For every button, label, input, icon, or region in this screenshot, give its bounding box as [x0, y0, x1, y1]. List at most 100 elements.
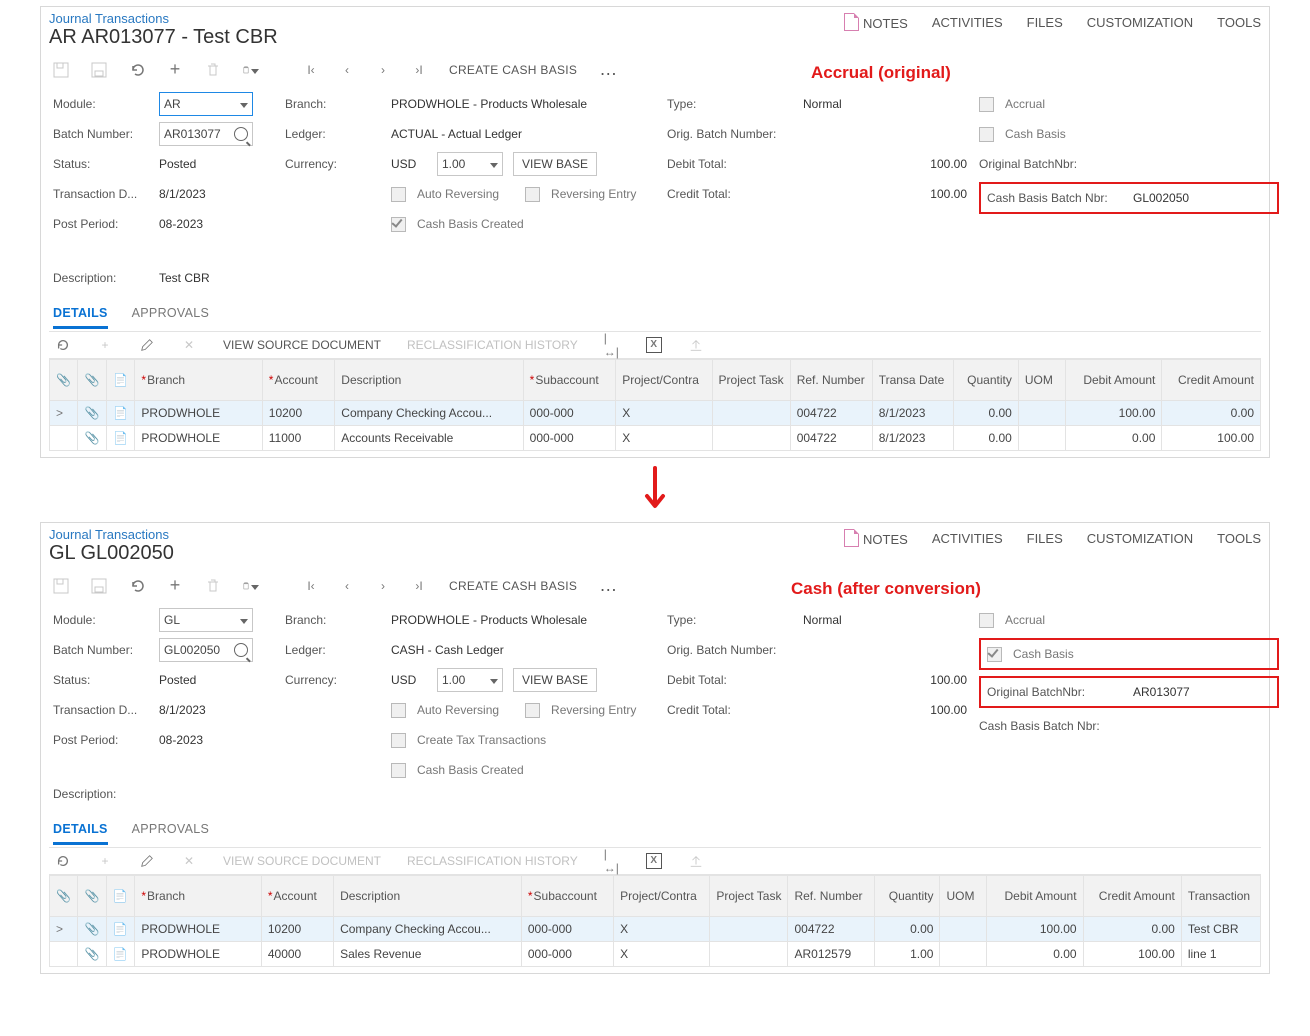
- main-toolbar: + I‹ ‹ › ›I CREATE CASH BASIS …: [49, 569, 1261, 602]
- cashbasiscreated-checkbox: [391, 217, 406, 232]
- save-close-icon[interactable]: [53, 62, 69, 78]
- delete-icon[interactable]: [205, 62, 221, 78]
- reversingentry-checkbox: [525, 187, 540, 202]
- view-source-button[interactable]: VIEW SOURCE DOCUMENT: [223, 854, 381, 868]
- undo-icon[interactable]: [129, 578, 145, 594]
- table-row[interactable]: > 📎📄 PRODWHOLE10200Company Checking Acco…: [50, 401, 1261, 426]
- delete-icon[interactable]: [205, 578, 221, 594]
- notes-link[interactable]: NOTES: [844, 13, 908, 31]
- page-next-icon[interactable]: ›: [375, 578, 391, 594]
- page-prev-icon[interactable]: ‹: [339, 62, 355, 78]
- batch-label: Batch Number:: [53, 127, 153, 141]
- batch-input[interactable]: GL002050: [159, 638, 253, 662]
- module-select[interactable]: GL: [159, 608, 253, 632]
- table-row[interactable]: 📎📄 PRODWHOLE11000Accounts Receivable000-…: [50, 426, 1261, 451]
- col-credit[interactable]: Credit Amount: [1162, 360, 1261, 401]
- save-icon[interactable]: [91, 62, 107, 78]
- col-notes[interactable]: 📄: [106, 360, 134, 401]
- undo-icon[interactable]: [129, 62, 145, 78]
- fit-columns-icon[interactable]: |↔|: [604, 853, 620, 869]
- grid-edit-icon[interactable]: [139, 853, 155, 869]
- search-icon[interactable]: [234, 127, 248, 141]
- tab-details[interactable]: DETAILS: [53, 300, 108, 329]
- tab-details[interactable]: DETAILS: [53, 816, 108, 845]
- grid-delete-icon[interactable]: ✕: [181, 853, 197, 869]
- autoreversing-checkbox: [391, 187, 406, 202]
- clipboard-icon[interactable]: [243, 578, 259, 594]
- view-source-button[interactable]: VIEW SOURCE DOCUMENT: [223, 338, 381, 352]
- col-projectcontract[interactable]: Project/Contra: [616, 360, 712, 401]
- branch-label: Branch:: [285, 97, 385, 111]
- module-select[interactable]: AR: [159, 92, 253, 116]
- tools-link[interactable]: TOOLS: [1217, 531, 1261, 546]
- clipboard-icon[interactable]: [243, 62, 259, 78]
- tab-approvals[interactable]: APPROVALS: [132, 300, 210, 329]
- cashbasis-highlight: Cash Basis: [979, 638, 1279, 670]
- credittotal-value: 100.00: [897, 187, 967, 201]
- tabs: DETAILS APPROVALS: [49, 816, 1261, 845]
- export-excel-icon[interactable]: X: [646, 853, 662, 869]
- create-cash-basis-button[interactable]: CREATE CASH BASIS: [449, 63, 577, 77]
- more-actions-icon[interactable]: …: [599, 59, 619, 80]
- col-account[interactable]: Account: [262, 360, 335, 401]
- page-last-icon[interactable]: ›I: [411, 62, 427, 78]
- grid-add-icon[interactable]: +: [97, 853, 113, 869]
- col-refnumber[interactable]: Ref. Number: [790, 360, 872, 401]
- currency-rate-input[interactable]: 1.00: [437, 668, 503, 692]
- col-projecttask[interactable]: Project Task: [712, 360, 790, 401]
- page-first-icon[interactable]: I‹: [303, 62, 319, 78]
- customization-link[interactable]: CUSTOMIZATION: [1087, 531, 1193, 546]
- tools-link[interactable]: TOOLS: [1217, 15, 1261, 30]
- table-row[interactable]: > 📎📄 PRODWHOLE10200Company Checking Acco…: [50, 917, 1261, 942]
- view-base-button[interactable]: VIEW BASE: [513, 668, 597, 692]
- col-branch[interactable]: Branch: [135, 360, 262, 401]
- page-last-icon[interactable]: ›I: [411, 578, 427, 594]
- transdate-value: 8/1/2023: [159, 187, 206, 201]
- fit-columns-icon[interactable]: |↔|: [604, 337, 620, 353]
- grid-edit-icon[interactable]: [139, 337, 155, 353]
- more-actions-icon[interactable]: …: [599, 575, 619, 596]
- col-subaccount[interactable]: Subaccount: [523, 360, 616, 401]
- upload-icon[interactable]: [688, 337, 704, 353]
- save-icon[interactable]: [91, 578, 107, 594]
- grid-refresh-icon[interactable]: [55, 337, 71, 353]
- col-clip[interactable]: 📎: [78, 360, 106, 401]
- create-cash-basis-button[interactable]: CREATE CASH BASIS: [449, 579, 577, 593]
- files-link[interactable]: FILES: [1027, 531, 1063, 546]
- currency-code: USD: [391, 157, 431, 171]
- view-base-button[interactable]: VIEW BASE: [513, 152, 597, 176]
- col-uom[interactable]: UOM: [1018, 360, 1065, 401]
- activities-link[interactable]: ACTIVITIES: [932, 531, 1003, 546]
- col-quantity[interactable]: Quantity: [953, 360, 1018, 401]
- currency-rate-input[interactable]: 1.00: [437, 152, 503, 176]
- page-first-icon[interactable]: I‹: [303, 578, 319, 594]
- batch-input[interactable]: AR013077: [159, 122, 253, 146]
- add-icon[interactable]: +: [167, 62, 183, 78]
- currency-label: Currency:: [285, 157, 385, 171]
- cashbasiscreated-checkbox: [391, 763, 406, 778]
- files-link[interactable]: FILES: [1027, 15, 1063, 30]
- notes-link[interactable]: NOTES: [844, 529, 908, 547]
- col-transdate[interactable]: Transa Date: [872, 360, 953, 401]
- credittotal-label: Credit Total:: [667, 187, 797, 201]
- save-close-icon[interactable]: [53, 578, 69, 594]
- customization-link[interactable]: CUSTOMIZATION: [1087, 15, 1193, 30]
- search-icon[interactable]: [234, 643, 248, 657]
- export-excel-icon[interactable]: X: [646, 337, 662, 353]
- grid-delete-icon[interactable]: ✕: [181, 337, 197, 353]
- tab-approvals[interactable]: APPROVALS: [132, 816, 210, 845]
- grid-refresh-icon[interactable]: [55, 853, 71, 869]
- upload-icon[interactable]: [688, 853, 704, 869]
- col-debit[interactable]: Debit Amount: [1065, 360, 1162, 401]
- cashbasisbatchnbr-value[interactable]: GL002050: [1133, 191, 1189, 205]
- page-prev-icon[interactable]: ‹: [339, 578, 355, 594]
- page-next-icon[interactable]: ›: [375, 62, 391, 78]
- grid-add-icon[interactable]: +: [97, 337, 113, 353]
- reclass-history-button[interactable]: RECLASSIFICATION HISTORY: [407, 854, 578, 868]
- activities-link[interactable]: ACTIVITIES: [932, 15, 1003, 30]
- col-description[interactable]: Description: [335, 360, 523, 401]
- add-icon[interactable]: +: [167, 578, 183, 594]
- table-row[interactable]: 📎📄 PRODWHOLE40000Sales Revenue000-000 XA…: [50, 942, 1261, 967]
- col-files[interactable]: 📎: [50, 360, 78, 401]
- reclass-history-button[interactable]: RECLASSIFICATION HISTORY: [407, 338, 578, 352]
